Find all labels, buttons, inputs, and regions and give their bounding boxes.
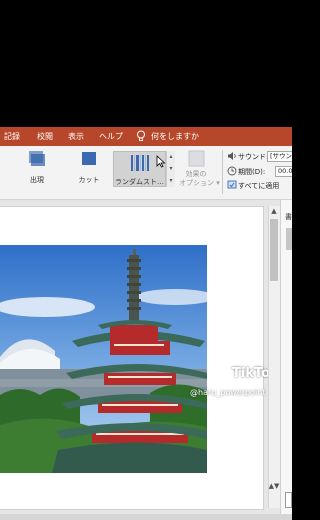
scroll-page-arrows[interactable]: ▲▼	[268, 482, 280, 491]
sound-label: サウンド:	[238, 153, 269, 161]
duration-input[interactable]: 00.0	[275, 166, 292, 177]
scroll-up-arrow[interactable]: ▲	[268, 207, 280, 215]
tell-me-search[interactable]: 何をしますか	[151, 131, 199, 142]
ribbon-separator	[222, 150, 223, 194]
tab-review[interactable]: 校閲	[37, 131, 53, 142]
gallery-more-arrow[interactable]: ▾	[167, 175, 175, 187]
powerpoint-window: 記録 校閲 表示 ヘルプ 何をしますか 出現 カット ランダムスト… ▴ ▾ ▾…	[0, 0, 292, 520]
transition-gallery-scroll[interactable]: ▴ ▾ ▾	[166, 151, 175, 187]
pagoda-photo[interactable]	[0, 245, 207, 473]
ribbon-tab-bar: 記録 校閲 表示 ヘルプ 何をしますか	[0, 127, 292, 146]
transition-cut-button[interactable]: カット	[75, 150, 103, 185]
tab-record[interactable]: 記録	[4, 131, 20, 142]
status-bar	[0, 514, 292, 520]
tab-view[interactable]: 表示	[68, 131, 84, 142]
effect-options-button[interactable]: 効果の オプション ▾	[179, 150, 220, 188]
random-bars-transition-icon	[130, 155, 149, 171]
mouse-cursor-icon	[156, 155, 166, 168]
cut-transition-icon	[82, 152, 96, 165]
duration-label: 期間(D):	[238, 168, 266, 176]
effect-options-icon	[188, 150, 205, 167]
effect-options-line1: 効果の	[185, 170, 207, 178]
gallery-up-arrow[interactable]: ▴	[167, 151, 175, 163]
apply-to-all-button[interactable]: すべてに適用	[238, 181, 279, 191]
lightbulb-icon	[137, 130, 145, 141]
transition-appear-label: 出現	[30, 176, 44, 184]
tiktok-logo-icon	[218, 367, 229, 380]
format-pane-input[interactable]	[285, 492, 292, 508]
clock-icon	[227, 166, 237, 176]
tab-help[interactable]: ヘルプ	[99, 131, 123, 142]
tiktok-handle: @haru_powerpoint	[190, 388, 266, 397]
sound-icon	[228, 152, 236, 160]
effect-options-label: 効果の オプション ▾	[179, 170, 220, 188]
effect-options-arrow: ▾	[216, 179, 220, 187]
transition-random-bars-label: ランダムスト…	[115, 178, 164, 186]
sound-dropdown[interactable]: [サウンド	[267, 151, 292, 162]
gallery-down-arrow[interactable]: ▾	[167, 163, 175, 175]
format-pane-heading: 書	[285, 213, 292, 221]
apply-all-icon	[227, 180, 237, 189]
format-pane-scroll-thumb[interactable]	[286, 228, 292, 250]
appear-transition-icon	[29, 151, 45, 166]
transition-appear-button[interactable]: 出現	[22, 150, 52, 185]
transition-cut-label: カット	[78, 176, 100, 184]
effect-options-line2: オプション	[179, 179, 214, 187]
scrollbar-thumb[interactable]	[270, 219, 278, 281]
